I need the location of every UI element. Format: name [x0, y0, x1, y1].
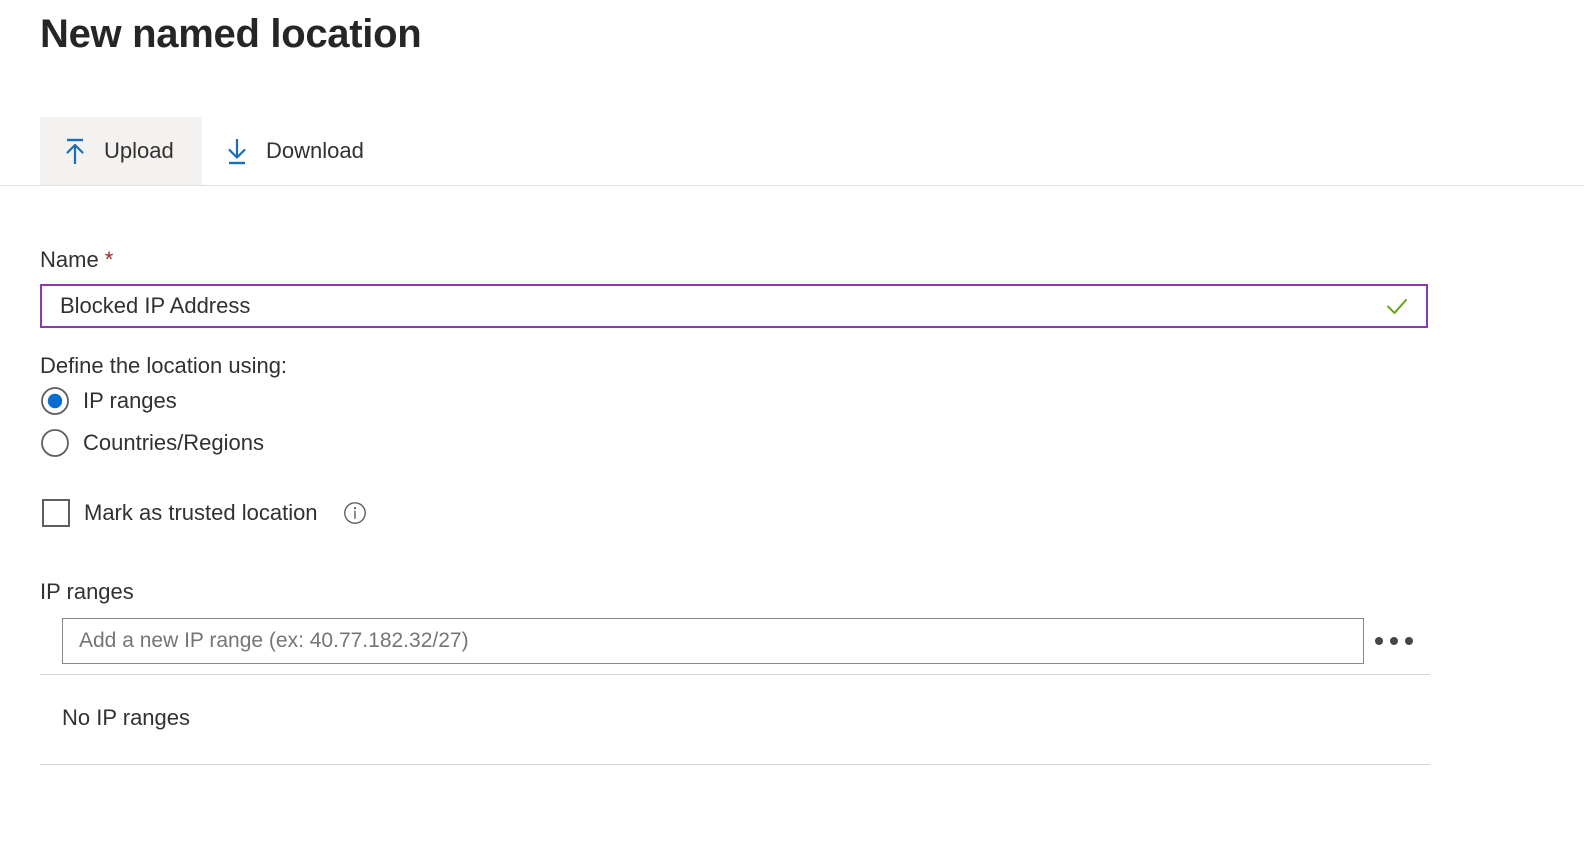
- trusted-location-label: Mark as trusted location: [84, 500, 318, 525]
- upload-icon: [66, 138, 84, 164]
- ip-ranges-list-divider-top: [40, 674, 1430, 675]
- download-button[interactable]: Download: [202, 117, 386, 185]
- command-bar: Upload Download: [0, 117, 1584, 186]
- page-title: New named location: [40, 12, 422, 56]
- radio-selected-icon: [41, 387, 69, 415]
- ip-ranges-section-label: IP ranges: [40, 579, 134, 604]
- ellipsis-dot-2: [1390, 637, 1398, 645]
- download-button-label: Download: [266, 138, 364, 163]
- download-icon: [228, 139, 246, 165]
- radio-option-countries-regions-label: Countries/Regions: [83, 430, 264, 455]
- name-input[interactable]: [42, 286, 1382, 326]
- name-label-text: Name: [40, 247, 99, 272]
- name-field-label: Name *: [40, 246, 113, 274]
- trusted-location-checkbox[interactable]: [42, 499, 70, 527]
- required-indicator: *: [104, 247, 114, 272]
- checkmark-icon: [1387, 299, 1407, 314]
- ellipsis-dot-1: [1375, 637, 1383, 645]
- ip-ranges-list-divider-bottom: [40, 764, 1430, 765]
- ip-range-input[interactable]: [62, 618, 1364, 664]
- radio-option-countries-regions[interactable]: Countries/Regions: [40, 428, 264, 458]
- info-icon[interactable]: [343, 501, 367, 525]
- command-bar-divider: [0, 185, 1584, 186]
- ip-range-more-actions-button[interactable]: [1364, 618, 1424, 664]
- upload-button-label: Upload: [104, 138, 174, 163]
- ellipsis-dot-3: [1405, 637, 1413, 645]
- radio-option-ip-ranges-label: IP ranges: [83, 388, 177, 413]
- radio-unselected-icon: [41, 429, 69, 457]
- radio-option-ip-ranges[interactable]: IP ranges: [40, 386, 177, 416]
- trusted-location-row[interactable]: Mark as trusted location: [42, 499, 367, 527]
- ip-range-add-row: [62, 618, 1430, 664]
- name-input-container[interactable]: [40, 284, 1428, 328]
- define-location-label: Define the location using:: [40, 353, 288, 378]
- ip-ranges-empty-message: No IP ranges: [62, 705, 191, 730]
- upload-button[interactable]: Upload: [40, 117, 202, 185]
